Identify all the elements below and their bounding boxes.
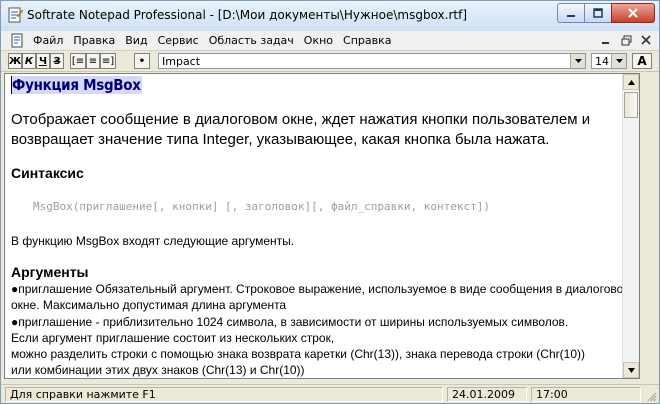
doc-close-button[interactable]	[637, 32, 655, 48]
doc-line: можно разделить строки с помощью знака в…	[11, 347, 585, 361]
status-bar: Для справки нажмите F1 24.01.2009 17:00	[1, 384, 659, 403]
menu-edit[interactable]: Правка	[71, 33, 123, 48]
restore-icon	[621, 35, 631, 45]
close-icon	[628, 8, 638, 18]
doc-restore-button[interactable]	[617, 32, 635, 48]
syntax-heading: Синтаксис	[11, 165, 84, 181]
strike-button[interactable]: З	[50, 53, 64, 69]
window-title: Softrate Notepad Professional - [D:\Мои …	[27, 8, 468, 22]
menu-bar: Файл Правка Вид Сервис Область задач Окн…	[1, 31, 659, 51]
bullet-list-button[interactable]: •	[134, 53, 150, 69]
align-left-button[interactable]: [≡	[70, 53, 86, 69]
notepad-app-icon[interactable]	[7, 7, 23, 23]
args-intro: В функцию MsgBox входят следующие аргуме…	[11, 234, 295, 248]
syntax-line: MsgBox(приглашение[, кнопки] [, заголово…	[33, 200, 490, 213]
args-heading: Аргументы	[11, 264, 89, 280]
menu-items: Файл Правка Вид Сервис Область задач Окн…	[31, 33, 400, 48]
doc-line: или комбинации этих двух знаков (Chr(13)…	[11, 363, 305, 377]
status-hint: Для справки нажмите F1	[5, 387, 443, 402]
doc-minimize-button[interactable]	[597, 32, 615, 48]
list-item: ●приглашение - приблизительно 1024 симво…	[11, 314, 635, 330]
minimize-icon	[567, 15, 575, 17]
chevron-down-icon	[615, 58, 623, 63]
doc-heading: Функция MsgBox	[11, 76, 142, 94]
font-name-value: Impact	[162, 55, 201, 68]
font-size-value: 14	[595, 55, 609, 68]
minimize-button[interactable]	[557, 3, 585, 23]
align-right-button[interactable]: ≡]	[100, 53, 116, 69]
doc-line: Если аргумент приглашение состоит из нес…	[11, 331, 335, 345]
close-icon	[641, 35, 651, 45]
text-caret	[11, 76, 12, 94]
list-item: ●приглашение Обязательный аргумент. Стро…	[11, 281, 635, 313]
underline-button[interactable]: Ч	[36, 53, 50, 69]
status-time: 17:00	[531, 387, 641, 402]
font-dialog-button[interactable]: A	[632, 53, 652, 69]
arg2-text: приглашение - приблизительно 1024 символ…	[18, 315, 569, 329]
menu-window[interactable]: Окно	[302, 33, 341, 48]
chevron-down-icon	[574, 58, 582, 63]
title-bar[interactable]: Softrate Notepad Professional - [D:\Мои …	[1, 1, 659, 32]
menu-service[interactable]: Сервис	[156, 33, 207, 48]
menu-view[interactable]: Вид	[123, 33, 155, 48]
scroll-thumb[interactable]	[624, 92, 638, 118]
scroll-up-button[interactable]	[623, 74, 639, 90]
menu-task-pane[interactable]: Область задач	[207, 33, 302, 48]
align-center-button[interactable]: ≡	[86, 53, 100, 69]
document-editor[interactable]: Функция MsgBox Отображает сообщение в ди…	[4, 73, 640, 379]
font-name-select[interactable]: Impact	[158, 53, 586, 69]
chevron-down-icon	[627, 367, 635, 373]
document-window-controls	[595, 32, 655, 48]
window-controls	[557, 3, 655, 25]
minimize-icon	[602, 42, 609, 44]
maximize-icon	[593, 8, 603, 18]
font-size-select[interactable]: 14	[591, 53, 627, 69]
format-toolbar: Ж К Ч З [≡ ≡ ≡] • Impact 14 A	[1, 51, 659, 72]
doc-lead-paragraph: Отображает сообщение в диалоговом окне, …	[11, 111, 591, 148]
maximize-button[interactable]	[584, 3, 612, 23]
close-button[interactable]	[611, 3, 655, 23]
size-dropdown-button[interactable]	[611, 54, 626, 68]
font-dropdown-button[interactable]	[570, 54, 585, 68]
arg1-text: приглашение Обязательный аргумент. Строк…	[11, 282, 632, 312]
resize-grip-icon[interactable]	[646, 391, 657, 402]
status-date: 24.01.2009	[447, 387, 527, 402]
font-dialog-label: A	[637, 54, 647, 68]
scroll-down-button[interactable]	[623, 362, 639, 378]
vertical-scrollbar[interactable]	[622, 74, 639, 378]
document-icon[interactable]	[11, 33, 24, 48]
menu-file[interactable]: Файл	[31, 33, 71, 48]
app-window: Softrate Notepad Professional - [D:\Мои …	[0, 0, 660, 404]
italic-button[interactable]: К	[22, 53, 36, 69]
bold-button[interactable]: Ж	[8, 53, 22, 69]
menu-help[interactable]: Справка	[341, 33, 399, 48]
chevron-up-icon	[627, 79, 635, 85]
